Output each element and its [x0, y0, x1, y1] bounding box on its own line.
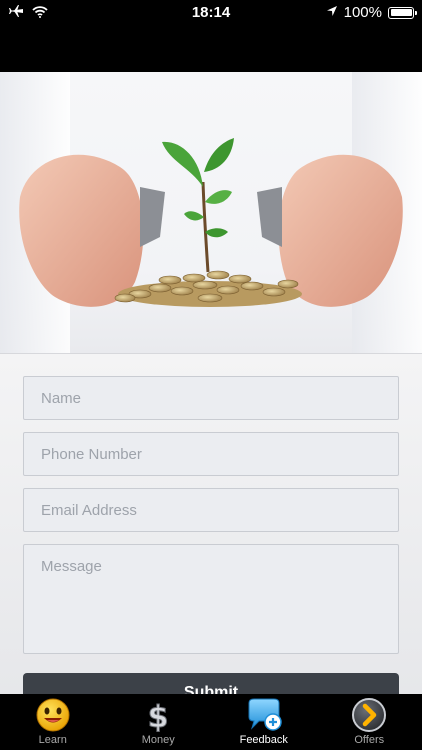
battery-percent: 100% [343, 4, 382, 21]
tab-label-money: Money [141, 734, 175, 746]
tab-offers[interactable]: Offers [317, 694, 422, 750]
name-field[interactable]: Name [23, 376, 399, 420]
dollar-sign-icon: $ [147, 700, 169, 734]
name-placeholder: Name [41, 390, 82, 407]
chat-bubble-plus-icon [248, 698, 282, 731]
phone-number-placeholder: Phone Number [41, 446, 142, 463]
battery-icon [388, 6, 417, 19]
tab-feedback[interactable]: Feedback [211, 694, 317, 750]
email-address-field[interactable]: Email Address [23, 488, 399, 532]
email-address-placeholder: Email Address [41, 502, 137, 519]
tab-label-learn: Learn [38, 734, 67, 746]
tab-learn[interactable]: Learn [0, 694, 106, 750]
feedback-form: Name Phone Number Email Address Message … [0, 354, 422, 713]
location-arrow-icon [326, 4, 338, 21]
message-placeholder: Message [41, 558, 102, 575]
hero-image [0, 72, 422, 354]
status-bar: 18:14 100% [0, 0, 422, 72]
tab-label-offers: Offers [354, 734, 385, 746]
smiley-face-icon [36, 698, 70, 732]
phone-number-field[interactable]: Phone Number [23, 432, 399, 476]
status-right: 100% [326, 4, 417, 21]
tab-bar: Learn $ Money Feedback Offers [0, 694, 422, 750]
svg-text:$: $ [148, 700, 169, 733]
tab-label-feedback: Feedback [239, 734, 288, 746]
chevron-right-circle-icon [352, 698, 387, 732]
tab-money[interactable]: $ Money [106, 694, 212, 750]
message-field[interactable]: Message [23, 544, 399, 654]
